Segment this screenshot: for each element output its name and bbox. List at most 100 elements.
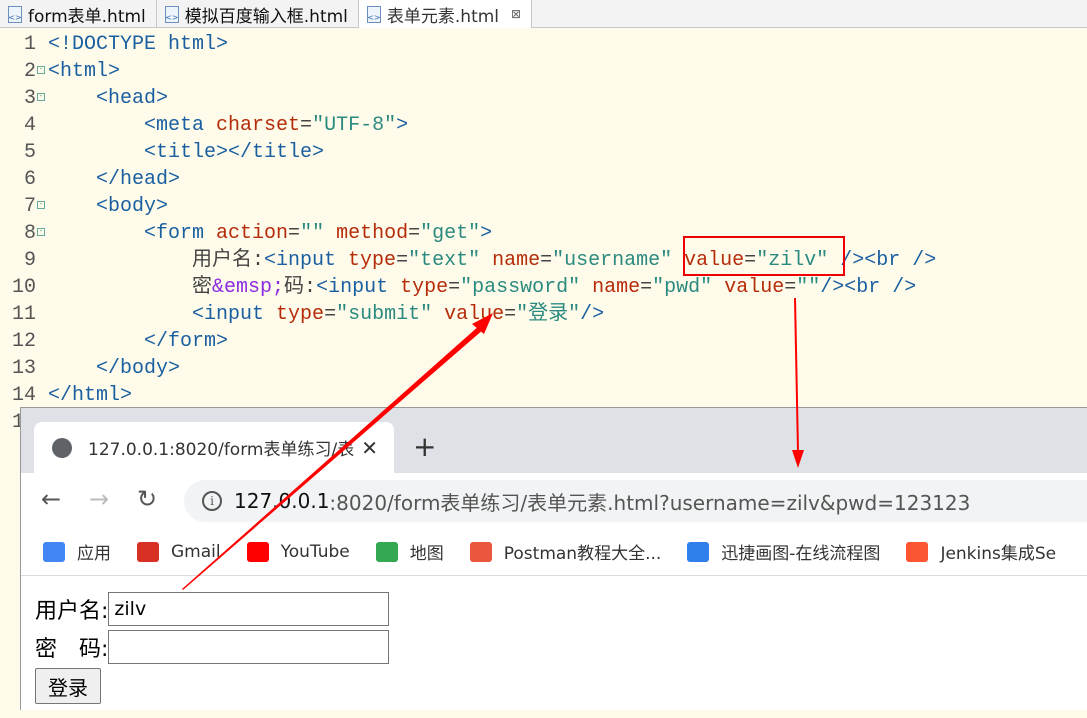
bookmark-item[interactable]: 地图 xyxy=(375,539,444,564)
line-number: 6 xyxy=(23,168,36,191)
code-token: </body> xyxy=(96,357,181,380)
gmail-icon xyxy=(137,541,159,562)
close-tab-icon[interactable]: ⊠ xyxy=(511,7,521,21)
apps-grid-icon xyxy=(43,541,65,562)
bookmark-label: 地图 xyxy=(409,544,444,564)
code-token: "" xyxy=(796,276,821,299)
bookmark-label: 迅捷画图-在线流程图 xyxy=(721,544,881,564)
code-token: = xyxy=(300,114,313,137)
fold-toggle-icon[interactable]: - xyxy=(37,93,45,101)
new-tab-button[interactable]: + xyxy=(413,430,436,463)
editor-tab[interactable]: <> 模拟百度输入框.html xyxy=(157,0,359,28)
line-number: 2 xyxy=(23,60,36,83)
line-number: 4 xyxy=(23,114,36,137)
html-file-icon: <> xyxy=(8,5,22,23)
bookmark-label: 应用 xyxy=(77,544,111,564)
username-input[interactable] xyxy=(108,592,390,626)
code-token: > xyxy=(480,222,493,245)
line-number: 14 xyxy=(11,384,36,407)
code-token: <title></title> xyxy=(144,141,325,164)
bookmark-item[interactable]: Postman教程大全... xyxy=(469,539,661,564)
back-button[interactable]: ← xyxy=(41,485,61,513)
editor-tab-label: 模拟百度输入框.html xyxy=(184,6,348,27)
bookmark-item[interactable]: 应用 xyxy=(43,539,111,564)
forward-button[interactable]: → xyxy=(89,485,109,513)
maps-icon xyxy=(375,541,398,562)
line-number: 11 xyxy=(11,303,36,326)
code-token: "text" xyxy=(408,249,493,272)
bookmark-label: Jenkins集成Se xyxy=(940,544,1057,564)
line-number: 7 xyxy=(23,195,36,218)
editor-tab[interactable]: <> 表单元素.html ⊠ xyxy=(358,0,533,28)
code-token: "password" xyxy=(460,276,593,299)
code-token: name xyxy=(492,249,541,272)
code-token: "" xyxy=(300,222,337,245)
code-token: method xyxy=(336,222,409,245)
code-token: name xyxy=(592,276,641,299)
code-token: = xyxy=(448,276,461,299)
browser-tab[interactable]: 127.0.0.1:8020/form表单练习/表 ✕ xyxy=(34,422,394,473)
code-token: = xyxy=(288,222,301,245)
code-token: </html> xyxy=(48,384,133,407)
reload-button[interactable]: ↻ xyxy=(137,485,157,513)
close-tab-icon[interactable]: ✕ xyxy=(361,436,378,460)
code-token: = xyxy=(396,249,409,272)
code-token: <form xyxy=(144,222,217,245)
code-token: <head> xyxy=(96,87,169,110)
password-input[interactable] xyxy=(108,630,390,664)
line-number: 3 xyxy=(23,87,36,110)
code-token: = xyxy=(540,249,553,272)
code-token: type xyxy=(276,303,325,326)
info-icon[interactable]: i xyxy=(202,491,222,511)
line-number: 5 xyxy=(23,141,36,164)
code-token: = xyxy=(408,222,421,245)
code-token: value xyxy=(444,303,505,326)
bookmark-item[interactable]: YouTube xyxy=(246,541,350,562)
url-host: 127.0.0.1 xyxy=(234,489,330,513)
code-token: charset xyxy=(216,114,301,137)
line-number: 8 xyxy=(23,222,36,245)
code-token: <input xyxy=(192,303,277,326)
code-token: 码: xyxy=(284,276,317,299)
line-number: 10 xyxy=(11,276,36,299)
editor-tab[interactable]: <> form表单.html xyxy=(0,0,157,28)
fold-toggle-icon[interactable]: - xyxy=(37,201,45,209)
fold-toggle-icon[interactable]: - xyxy=(37,66,45,74)
fold-toggle-icon[interactable]: - xyxy=(37,228,45,236)
code-token: <input xyxy=(316,276,401,299)
url-path: :8020/form表单练习/表单元素.html?username=zilv&p… xyxy=(329,490,971,515)
line-number: 12 xyxy=(11,330,36,353)
bookmark-item[interactable]: 迅捷画图-在线流程图 xyxy=(687,539,880,564)
html-file-icon: <> xyxy=(366,5,381,23)
code-token: &emsp; xyxy=(212,276,285,299)
code-token: /><br /> xyxy=(820,276,917,299)
bookmark-item[interactable]: Jenkins集成Se xyxy=(906,539,1056,564)
code-token: "get" xyxy=(420,222,481,245)
browser-toolbar: ← → ↻ i 127.0.0.1:8020/form表单练习/表单元素.htm… xyxy=(21,473,1087,528)
line-number: 13 xyxy=(11,357,36,380)
code-token: = xyxy=(640,276,653,299)
editor-tab-label: 表单元素.html xyxy=(386,6,500,27)
code-token: "UTF-8" xyxy=(312,114,397,137)
code-token: > xyxy=(396,114,409,137)
xunjie-icon xyxy=(687,541,710,562)
browser-window: 127.0.0.1:8020/form表单练习/表 ✕ + ← → ↻ i 12… xyxy=(20,407,1087,710)
code-token: = xyxy=(504,303,517,326)
code-token: <html> xyxy=(48,60,121,83)
bookmark-label: YouTube xyxy=(280,541,350,562)
code-token: /><br /> xyxy=(840,249,937,272)
page-content: 用户名: 密 码: 登录 xyxy=(21,576,1087,718)
csdn-icon xyxy=(906,541,929,562)
login-button[interactable]: 登录 xyxy=(35,668,101,704)
code-token: value xyxy=(724,276,785,299)
address-bar[interactable]: i 127.0.0.1:8020/form表单练习/表单元素.html?user… xyxy=(184,480,1087,522)
bookmark-item[interactable]: Gmail xyxy=(137,541,221,562)
code-token: action xyxy=(216,222,289,245)
